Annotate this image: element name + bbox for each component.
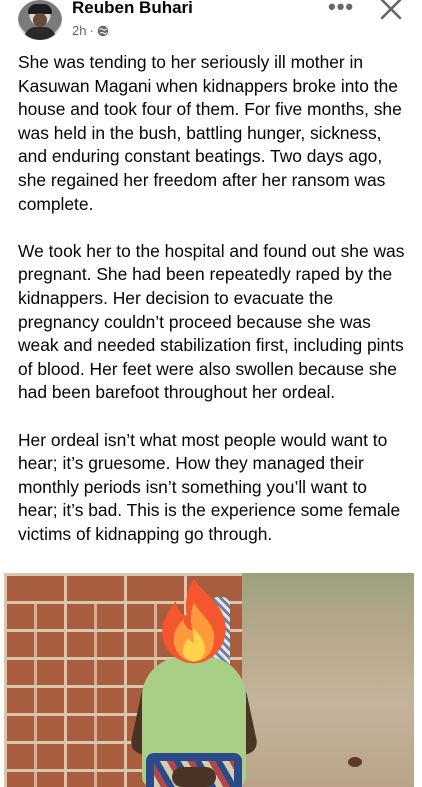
avatar-face (33, 13, 47, 27)
globe-icon[interactable] (97, 25, 109, 37)
fire-emoji-icon (162, 578, 226, 664)
post-paragraph: Her ordeal isn’t what most people would … (18, 429, 401, 544)
post-header: Reuben Buhari 2h · ••• (0, 0, 422, 46)
post-paragraph: She was tending to her seriously ill mot… (18, 52, 402, 214)
ellipsis-icon[interactable]: ••• (328, 0, 354, 20)
meta-separator: · (89, 23, 94, 38)
close-icon[interactable] (378, 0, 404, 22)
author-name[interactable]: Reuben Buhari (72, 0, 193, 18)
avatar-shirt (24, 27, 56, 40)
person-hands (172, 767, 216, 787)
post-paragraph: We took her to the hospital and found ou… (18, 240, 405, 403)
rock (348, 757, 362, 767)
ground (242, 573, 414, 787)
post-meta: 2h · (72, 23, 109, 38)
avatar[interactable] (18, 0, 62, 40)
post-time[interactable]: 2h (72, 23, 86, 38)
post-photo[interactable] (4, 573, 414, 787)
post-text: She was tending to her seriously ill mot… (18, 51, 410, 546)
